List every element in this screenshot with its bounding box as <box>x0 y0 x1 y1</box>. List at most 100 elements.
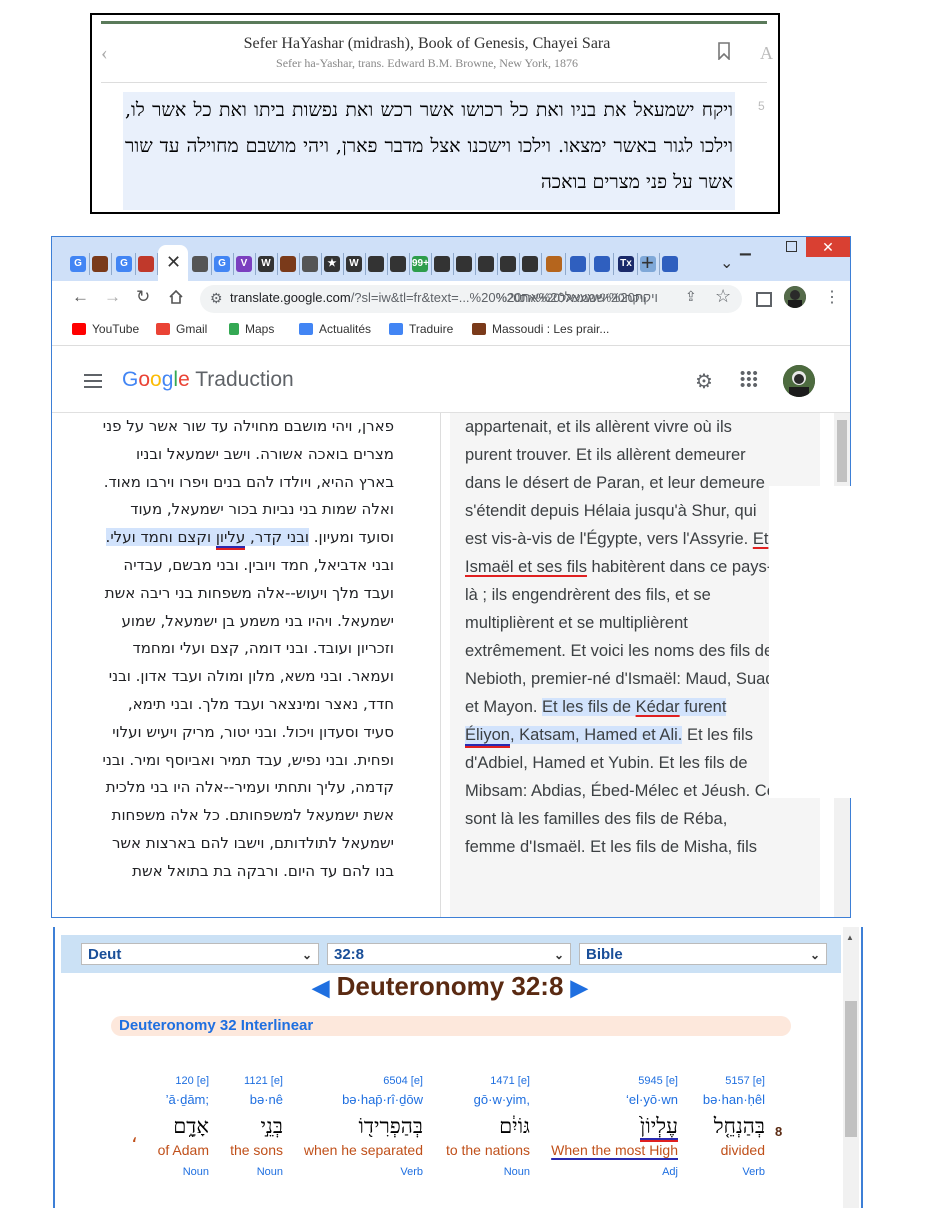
new-tab-button[interactable]: + <box>641 250 654 276</box>
part-of-speech[interactable]: Adj <box>551 1166 678 1178</box>
bookmark-star-icon[interactable]: ☆ <box>715 286 731 307</box>
maximize-button[interactable] <box>786 241 797 252</box>
bookmark-traduire[interactable]: Traduire <box>389 322 453 336</box>
tab-favicon-icon[interactable]: W <box>258 256 274 272</box>
back-icon[interactable]: ← <box>72 287 89 307</box>
previous-verse-icon[interactable]: ◀ <box>312 975 329 1000</box>
translated-text[interactable]: appartenait, et ils allèrent vivre où il… <box>465 413 777 861</box>
interlinear-word[interactable]: 1121 [e] bə·nê בְּנֵ֣י the sons Noun <box>230 1075 283 1178</box>
bookmark-actualites[interactable]: Actualités <box>299 322 371 336</box>
tab-favicon-icon[interactable]: V <box>236 256 252 272</box>
forward-icon[interactable]: → <box>104 287 121 307</box>
menu-icon[interactable]: ⋮ <box>824 287 840 307</box>
scrollbar-thumb[interactable] <box>845 1001 857 1137</box>
tab-favicon-icon[interactable] <box>434 256 450 272</box>
part-of-speech[interactable]: Verb <box>703 1166 765 1178</box>
tab-favicon-icon[interactable] <box>546 256 562 272</box>
youtube-icon <box>72 323 86 335</box>
bookmark-maps[interactable]: Maps <box>229 322 274 336</box>
tab-favicon-icon[interactable] <box>92 256 108 272</box>
interlinear-word[interactable]: 6504 [e] bə·hap̄·rî·ḏōw בְּהַפְרִיד֖וֹ w… <box>304 1075 423 1178</box>
strongs-number[interactable]: 1471 [e] <box>446 1075 530 1087</box>
tab-favicon-icon[interactable] <box>302 256 318 272</box>
tab-favicon-icon[interactable] <box>138 256 154 272</box>
strongs-number[interactable]: 5157 [e] <box>703 1075 765 1087</box>
google-translate-logo[interactable]: Google Traduction <box>122 368 294 392</box>
minimize-button[interactable]: ▁ <box>740 239 751 256</box>
tab-favicon-icon[interactable]: G <box>214 256 230 272</box>
site-info-icon[interactable]: ⚙ <box>210 290 223 307</box>
punctuation-mark: ، <box>131 1125 138 1147</box>
strongs-number[interactable]: 5945 [e] <box>551 1075 678 1087</box>
interlinear-word[interactable]: 120 [e] ’ā·ḏām; אָדָ֑ם of Adam Noun <box>158 1075 209 1178</box>
version-select[interactable]: Bible ⌄ <box>579 943 827 965</box>
tab-favicon-icon[interactable]: W <box>346 256 362 272</box>
source-text[interactable]: פארן, ויהי מושבם מחוילה עד שור אשר על פנ… <box>98 413 394 886</box>
tab-favicon-icon[interactable] <box>456 256 472 272</box>
part-of-speech[interactable]: Noun <box>230 1166 283 1178</box>
maps-icon <box>229 323 239 335</box>
bookmark-icon[interactable] <box>718 42 730 60</box>
interlinear-word[interactable]: 5945 [e] ‘el·yō·wn עֶלְיוֹן֙ When the mo… <box>551 1075 678 1178</box>
account-avatar[interactable] <box>783 365 815 397</box>
strongs-number[interactable]: 120 [e] <box>158 1075 209 1087</box>
verse-number: 8 <box>775 1124 783 1139</box>
strongs-number[interactable]: 6504 [e] <box>304 1075 423 1087</box>
tab-favicon-icon[interactable]: 99+ <box>412 256 429 272</box>
interlinear-word[interactable]: 5157 [e] bə·han·ḥêl בְּהַנְחֵ֤ל divided … <box>703 1075 765 1178</box>
interlinear-word[interactable]: 1471 [e] gō·w·yim, גּוֹיִ֔ם to the natio… <box>446 1075 530 1178</box>
close-tab-icon[interactable]: ✕ <box>166 252 181 273</box>
tab-favicon-icon[interactable]: Tx <box>618 256 634 272</box>
reload-icon[interactable]: ↻ <box>136 287 150 307</box>
part-of-speech[interactable]: Verb <box>304 1166 423 1178</box>
settings-icon[interactable]: ⚙ <box>695 369 713 394</box>
tab-favicon-icon[interactable] <box>368 256 384 272</box>
tab-favicon-icon[interactable] <box>478 256 494 272</box>
tab-favicon-icon[interactable] <box>280 256 296 272</box>
book-select[interactable]: Deut ⌄ <box>81 943 319 965</box>
part-of-speech[interactable]: Noun <box>446 1166 530 1178</box>
chevron-left-icon[interactable]: ‹ <box>101 42 108 65</box>
hebrew-text-segment[interactable]: ויקח ישמעאל את בניו ואת כל רכושו אשר רכש… <box>123 92 735 210</box>
tab-favicon-icon[interactable]: ★ <box>324 256 340 272</box>
tab-favicon-icon[interactable]: G <box>116 256 132 272</box>
tab-favicon-icon[interactable] <box>662 256 678 272</box>
bookmark-youtube[interactable]: YouTube <box>72 322 139 336</box>
part-of-speech[interactable]: Noun <box>158 1166 209 1178</box>
side-panel-icon[interactable] <box>756 292 772 307</box>
tab-favicon-icon[interactable] <box>192 256 208 272</box>
transliteration: bə·hap̄·rî·ḏōw <box>342 1092 423 1107</box>
hebrew-word: בְּהַפְרִיד֖וֹ <box>358 1114 424 1138</box>
tab-favicon-icon[interactable] <box>570 256 586 272</box>
transliteration: bə·nê <box>249 1092 283 1107</box>
close-window-button[interactable]: ✕ <box>806 237 850 257</box>
hebrew-word: עֶלְיוֹן֙ <box>640 1114 678 1140</box>
tab-favicon-icon[interactable] <box>522 256 538 272</box>
home-icon[interactable] <box>168 289 184 305</box>
tab-favicon-icon[interactable] <box>594 256 610 272</box>
next-verse-icon[interactable]: ▶ <box>571 975 588 1000</box>
source-text-before: פארן, ויהי מושבם מחוילה עד שור אשר על פנ… <box>102 417 394 547</box>
profile-avatar[interactable] <box>784 286 806 308</box>
transliteration: ‘el·yō·wn <box>625 1092 678 1107</box>
url-host: translate.google.com <box>230 290 351 305</box>
tab-favicon-icon[interactable] <box>390 256 406 272</box>
transliteration: gō·w·yim, <box>473 1092 530 1107</box>
subheading[interactable]: Deuteronomy 32 Interlinear <box>119 1017 313 1034</box>
verse-select[interactable]: 32:8 ⌄ <box>327 943 571 965</box>
share-icon[interactable]: ⇪ <box>685 288 697 305</box>
strongs-number[interactable]: 1121 [e] <box>230 1075 283 1087</box>
hamburger-menu-icon[interactable] <box>84 374 102 388</box>
bookmark-gmail[interactable]: Gmail <box>156 322 207 336</box>
apps-grid-icon[interactable]: ••• ••• ••• <box>740 366 759 393</box>
font-size-icon[interactable]: A <box>760 43 773 64</box>
tab-separator <box>541 253 542 275</box>
tab-search-icon[interactable]: ⌄ <box>720 253 733 273</box>
tab-favicon-icon[interactable] <box>500 256 516 272</box>
scroll-up-icon[interactable]: ▲ <box>846 933 854 942</box>
scrollbar-thumb[interactable] <box>837 420 847 482</box>
tab-separator <box>387 253 388 275</box>
hebrew-word: בְּנֵ֣י <box>260 1114 283 1138</box>
bookmark-massoudi[interactable]: Massoudi : Les prair... <box>472 322 609 336</box>
tab-favicon-icon[interactable]: G <box>70 256 86 272</box>
